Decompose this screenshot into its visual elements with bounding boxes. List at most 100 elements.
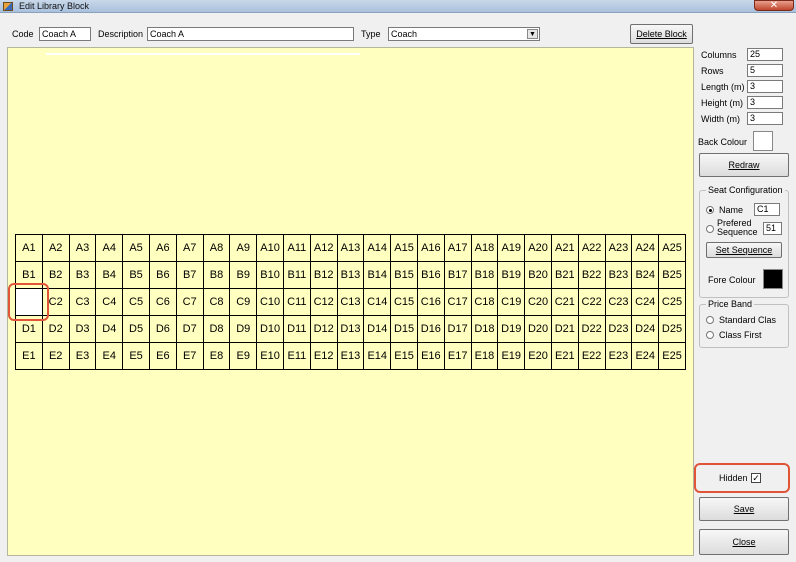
seat-a7[interactable]: A7 [176,235,204,262]
seat-e11[interactable]: E11 [283,343,311,370]
seat-e7[interactable]: E7 [176,343,204,370]
columns-input[interactable]: 25 [747,48,783,61]
seat-a1[interactable]: A1 [16,235,43,262]
seat-d18[interactable]: D18 [471,316,499,343]
prefered-sequence-input[interactable]: 51 [763,222,782,235]
seat-d6[interactable]: D6 [149,316,177,343]
seat-d23[interactable]: D23 [605,316,633,343]
seat-b15[interactable]: B15 [391,262,418,289]
save-button[interactable]: Save [699,497,789,521]
seat-d17[interactable]: D17 [444,316,472,343]
fore-colour-swatch[interactable] [763,269,783,289]
seat-a12[interactable]: A12 [310,235,338,262]
seat-d20[interactable]: D20 [525,316,552,343]
seat-c4[interactable]: C4 [96,289,124,316]
seat-a3[interactable]: A3 [69,235,97,262]
seat-a17[interactable]: A17 [444,235,472,262]
seat-d25[interactable]: D25 [659,316,686,343]
class-first-radio[interactable] [706,331,714,339]
seat-c20[interactable]: C20 [525,289,552,316]
seat-d19[interactable]: D19 [498,316,526,343]
seat-e20[interactable]: E20 [525,343,552,370]
seat-c5[interactable]: C5 [123,289,150,316]
seat-e12[interactable]: E12 [310,343,338,370]
close-window-button[interactable]: ✕ [754,0,794,11]
seat-b20[interactable]: B20 [525,262,552,289]
seat-e1[interactable]: E1 [16,343,43,370]
seat-b11[interactable]: B11 [283,262,311,289]
seat-a9[interactable]: A9 [230,235,258,262]
seat-b8[interactable]: B8 [203,262,231,289]
seat-d14[interactable]: D14 [364,316,392,343]
seat-a25[interactable]: A25 [659,235,686,262]
seat-c17[interactable]: C17 [444,289,472,316]
seat-e14[interactable]: E14 [364,343,392,370]
seat-d8[interactable]: D8 [203,316,231,343]
seat-a18[interactable]: A18 [471,235,499,262]
seat-a13[interactable]: A13 [337,235,365,262]
seat-a20[interactable]: A20 [525,235,552,262]
seat-c12[interactable]: C12 [310,289,338,316]
seat-a6[interactable]: A6 [149,235,177,262]
seat-b9[interactable]: B9 [230,262,258,289]
seat-e21[interactable]: E21 [551,343,579,370]
description-input[interactable]: Coach A [147,27,354,41]
seat-e4[interactable]: E4 [96,343,124,370]
seat-c3[interactable]: C3 [69,289,97,316]
seat-d11[interactable]: D11 [283,316,311,343]
seat-c18[interactable]: C18 [471,289,499,316]
seat-e5[interactable]: E5 [123,343,150,370]
seat-c23[interactable]: C23 [605,289,633,316]
name-radio[interactable] [706,206,714,214]
seat-a22[interactable]: A22 [578,235,606,262]
seat-b19[interactable]: B19 [498,262,526,289]
seat-a24[interactable]: A24 [632,235,660,262]
seat-a21[interactable]: A21 [551,235,579,262]
seat-b18[interactable]: B18 [471,262,499,289]
seat-c21[interactable]: C21 [551,289,579,316]
seat-c8[interactable]: C8 [203,289,231,316]
seat-d7[interactable]: D7 [176,316,204,343]
length-input[interactable]: 3 [747,80,783,93]
seat-b16[interactable]: B16 [417,262,445,289]
seat-b17[interactable]: B17 [444,262,472,289]
seat-b12[interactable]: B12 [310,262,338,289]
seat-a4[interactable]: A4 [96,235,124,262]
redraw-button[interactable]: Redraw [699,153,789,177]
seat-c9[interactable]: C9 [230,289,258,316]
set-sequence-button[interactable]: Set Sequence [706,242,782,258]
seat-c10[interactable]: C10 [257,289,284,316]
seat-d3[interactable]: D3 [69,316,97,343]
seat-e19[interactable]: E19 [498,343,526,370]
seat-b24[interactable]: B24 [632,262,660,289]
seat-c15[interactable]: C15 [391,289,418,316]
seat-e3[interactable]: E3 [69,343,97,370]
seat-e24[interactable]: E24 [632,343,660,370]
prefered-sequence-radio[interactable] [706,225,714,233]
seat-b23[interactable]: B23 [605,262,633,289]
seat-b7[interactable]: B7 [176,262,204,289]
seat-d9[interactable]: D9 [230,316,258,343]
seat-a11[interactable]: A11 [283,235,311,262]
seat-e22[interactable]: E22 [578,343,606,370]
seat-d5[interactable]: D5 [123,316,150,343]
back-colour-swatch[interactable] [753,131,773,151]
seat-e16[interactable]: E16 [417,343,445,370]
seat-a8[interactable]: A8 [203,235,231,262]
seat-d10[interactable]: D10 [257,316,284,343]
seat-b21[interactable]: B21 [551,262,579,289]
seat-c25[interactable]: C25 [659,289,686,316]
seat-a15[interactable]: A15 [391,235,418,262]
seat-b14[interactable]: B14 [364,262,392,289]
seat-e9[interactable]: E9 [230,343,258,370]
seat-b6[interactable]: B6 [149,262,177,289]
seat-a14[interactable]: A14 [364,235,392,262]
close-button[interactable]: Close [699,529,789,555]
seat-b25[interactable]: B25 [659,262,686,289]
seat-e18[interactable]: E18 [471,343,499,370]
seat-b4[interactable]: B4 [96,262,124,289]
seat-d21[interactable]: D21 [551,316,579,343]
seat-b22[interactable]: B22 [578,262,606,289]
seat-c6[interactable]: C6 [149,289,177,316]
chevron-down-icon[interactable]: ▼ [527,29,538,39]
